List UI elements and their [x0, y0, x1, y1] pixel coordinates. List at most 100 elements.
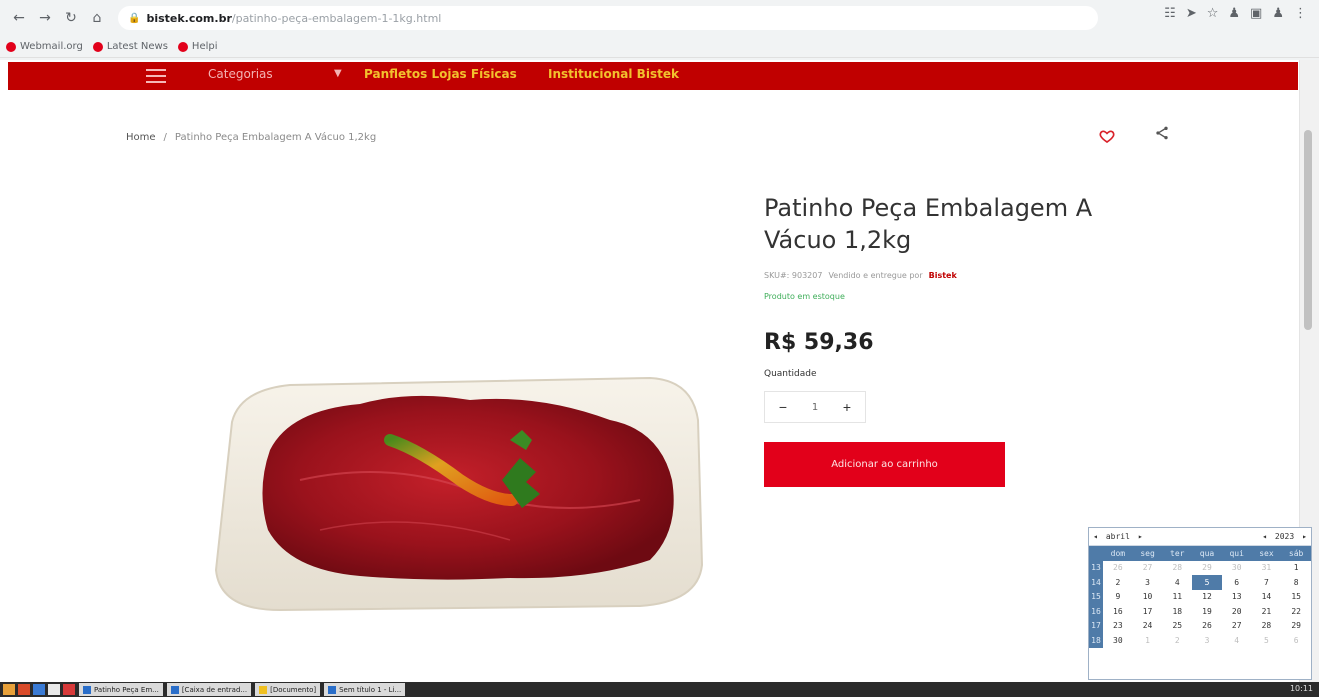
- next-year-icon[interactable]: ▸: [1302, 532, 1307, 541]
- calendar-day[interactable]: 3: [1192, 633, 1222, 648]
- calendar-day[interactable]: 9: [1103, 590, 1133, 605]
- brand-link[interactable]: Bistek: [929, 271, 957, 280]
- calendar-header: ◂ abril ▸ ◂ 2023 ▸: [1089, 528, 1311, 546]
- bookmark-item[interactable]: Webmail.org: [6, 41, 83, 52]
- calendar-week-number: 17: [1089, 618, 1103, 633]
- hamburger-icon[interactable]: [146, 67, 166, 85]
- calendar-day[interactable]: 19: [1192, 604, 1222, 619]
- sidebar-icon[interactable]: ▣: [1250, 6, 1262, 21]
- calendar-day[interactable]: 1: [1281, 561, 1311, 576]
- calendar-day[interactable]: 21: [1252, 604, 1282, 619]
- calendar-week-number: 15: [1089, 589, 1103, 604]
- prev-month-icon[interactable]: ◂: [1093, 532, 1098, 541]
- calendar-day[interactable]: 6: [1222, 575, 1252, 590]
- calendar-day[interactable]: 27: [1133, 561, 1163, 576]
- translate-icon[interactable]: ☷: [1164, 6, 1176, 21]
- app-icon[interactable]: [33, 684, 45, 695]
- calendar-weekday: ter: [1162, 546, 1193, 561]
- calendar-day[interactable]: 14: [1252, 590, 1282, 605]
- calendar-day[interactable]: 26: [1192, 619, 1222, 634]
- address-bar[interactable]: 🔒 bistek.com.br /patinho-peça-embalagem-…: [118, 6, 1098, 30]
- calendar-day[interactable]: 28: [1252, 619, 1282, 634]
- calendar-day[interactable]: 18: [1162, 604, 1192, 619]
- decrease-button[interactable]: −: [773, 397, 793, 417]
- nav-link-flyers[interactable]: Panfletos Lojas Físicas: [364, 67, 517, 81]
- calendar-day[interactable]: 3: [1133, 575, 1163, 590]
- calendar-year[interactable]: 2023: [1275, 532, 1294, 541]
- calendar-day[interactable]: 16: [1103, 604, 1133, 619]
- calendar-day[interactable]: 22: [1281, 604, 1311, 619]
- url-host: bistek.com.br: [146, 11, 232, 25]
- calendar-day[interactable]: 27: [1222, 619, 1252, 634]
- taskbar-task[interactable]: Sem título 1 - Li...: [324, 683, 406, 696]
- calendar-day[interactable]: 29: [1192, 561, 1222, 576]
- calendar-day[interactable]: 23: [1103, 619, 1133, 634]
- add-to-cart-button[interactable]: Adicionar ao carrinho: [764, 442, 1005, 487]
- calendar-day[interactable]: 5: [1192, 575, 1222, 590]
- app-icon[interactable]: [63, 684, 75, 695]
- calendar-day[interactable]: 4: [1162, 575, 1192, 590]
- share-icon[interactable]: [1154, 124, 1174, 148]
- calendar-day[interactable]: 11: [1162, 590, 1192, 605]
- nav-link-institutional[interactable]: Institucional Bistek: [548, 67, 679, 81]
- calendar-day[interactable]: 1: [1133, 633, 1163, 648]
- bookmark-item[interactable]: Latest News: [92, 41, 168, 52]
- home-icon[interactable]: ⌂: [86, 7, 108, 29]
- heart-icon[interactable]: [1099, 128, 1119, 148]
- taskbar-task[interactable]: Patinho Peça Em...: [79, 683, 163, 696]
- back-icon[interactable]: ←: [8, 7, 30, 29]
- calendar-weekday: seg: [1132, 546, 1163, 561]
- calendar-weekday: sáb: [1281, 546, 1311, 561]
- product-price: R$ 59,36: [764, 330, 874, 355]
- chevron-down-icon[interactable]: ▼: [334, 68, 342, 79]
- calendar-day[interactable]: 6: [1281, 633, 1311, 648]
- menu-icon[interactable]: ⋮: [1294, 6, 1307, 21]
- app-icon[interactable]: [48, 684, 60, 695]
- calendar-day[interactable]: 4: [1222, 633, 1252, 648]
- next-month-icon[interactable]: ▸: [1138, 532, 1143, 541]
- calendar-day[interactable]: 13: [1222, 590, 1252, 605]
- calendar-day[interactable]: 26: [1103, 561, 1133, 576]
- calendar-day[interactable]: 12: [1192, 590, 1222, 605]
- lock-icon: 🔒: [128, 12, 141, 24]
- product-title: Patinho Peça Embalagem A Vácuo 1,2kg: [764, 194, 1093, 254]
- calendar-day[interactable]: 15: [1281, 590, 1311, 605]
- calendar-day[interactable]: 5: [1252, 633, 1282, 648]
- calendar-day[interactable]: 2: [1103, 575, 1133, 590]
- calendar-day[interactable]: 25: [1162, 619, 1192, 634]
- calendar-day[interactable]: 28: [1162, 561, 1192, 576]
- calendar-day[interactable]: 29: [1281, 619, 1311, 634]
- share-page-icon[interactable]: ➤: [1186, 6, 1197, 21]
- categories-menu[interactable]: Categorias: [208, 67, 273, 81]
- breadcrumb-home[interactable]: Home: [126, 132, 156, 143]
- calendar-month[interactable]: abril: [1106, 532, 1130, 541]
- calendar-day[interactable]: 20: [1222, 604, 1252, 619]
- taskbar-task[interactable]: [Caixa de entrad...: [166, 683, 252, 696]
- calendar-day[interactable]: 31: [1252, 561, 1282, 576]
- taskbar-task[interactable]: [Documento]: [255, 683, 321, 696]
- start-icon[interactable]: [3, 684, 15, 695]
- calendar-weekday: dom: [1103, 546, 1133, 561]
- reload-icon[interactable]: ↻: [60, 7, 82, 29]
- calendar-day[interactable]: 10: [1133, 590, 1163, 605]
- forward-icon[interactable]: →: [34, 7, 56, 29]
- app-icon[interactable]: [18, 684, 30, 695]
- calendar-day[interactable]: 8: [1281, 575, 1311, 590]
- profile-icon[interactable]: ♟: [1272, 6, 1284, 21]
- prev-year-icon[interactable]: ◂: [1262, 532, 1267, 541]
- calendar-day[interactable]: 17: [1133, 604, 1163, 619]
- browser-chrome: ← → ↻ ⌂ 🔒 bistek.com.br /patinho-peça-em…: [0, 0, 1319, 60]
- bookmark-item[interactable]: Helpi: [177, 41, 218, 52]
- calendar-day[interactable]: 24: [1133, 619, 1163, 634]
- increase-button[interactable]: +: [837, 397, 857, 417]
- calendar-day[interactable]: 7: [1252, 575, 1282, 590]
- quantity-stepper: − 1 +: [764, 391, 866, 423]
- quantity-value[interactable]: 1: [812, 402, 818, 413]
- star-icon[interactable]: ☆: [1207, 6, 1219, 21]
- calendar-day[interactable]: 30: [1103, 633, 1133, 648]
- bookmarks-bar: Webmail.org Latest News Helpi: [0, 36, 1319, 58]
- calendar-day[interactable]: 2: [1162, 633, 1192, 648]
- calendar-day[interactable]: 30: [1222, 561, 1252, 576]
- scroll-thumb[interactable]: [1304, 130, 1312, 330]
- extension-icon[interactable]: ♟: [1228, 6, 1240, 21]
